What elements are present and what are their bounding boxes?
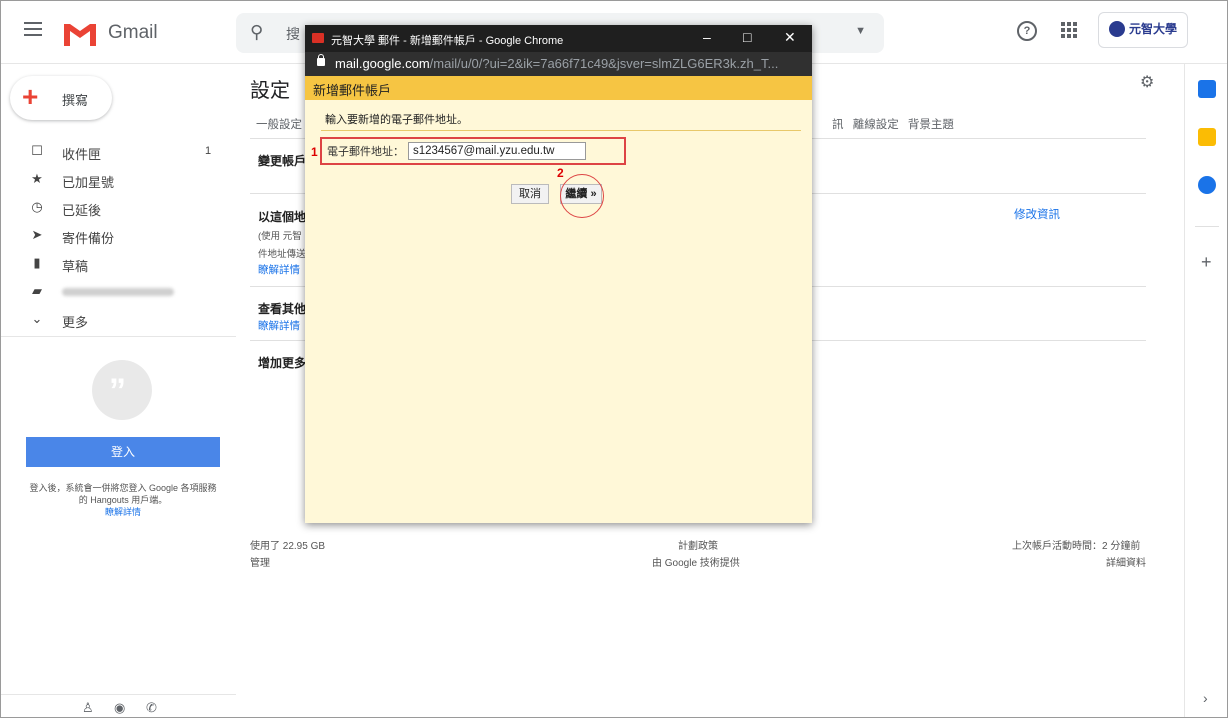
annotation-circle-step2 (560, 174, 604, 218)
compose-label: 撰寫 (62, 93, 89, 108)
star-icon: ★ (31, 171, 43, 186)
clock-icon: ◷ (31, 199, 43, 214)
popup-titlebar: 元智大學 郵件 - 新增郵件帳戶 - Google Chrome – □ ✕ (305, 25, 812, 52)
popup-address-bar[interactable]: mail.google.com/mail/u/0/?ui=2&ik=7a66f7… (305, 52, 812, 76)
sidebar-item-label: 已加星號 (62, 175, 115, 190)
powered-by-google: 由 Google 技術提供 (652, 558, 740, 569)
change-account-label: 變更帳戶 (258, 154, 307, 168)
hangouts-signin-button[interactable]: 登入 (26, 437, 220, 467)
minimize-icon[interactable]: – (703, 29, 711, 45)
email-field[interactable] (408, 142, 586, 160)
draft-icon: ▮ (33, 255, 41, 270)
sidebar-item-label: 草稿 (62, 259, 89, 274)
popup-heading: 新增郵件帳戶 (313, 83, 392, 98)
help-icon[interactable]: ? (1017, 21, 1037, 41)
search-placeholder[interactable]: 搜 (286, 24, 300, 44)
tab-general[interactable]: 一般設定 (256, 116, 302, 132)
sidebar-item-sent[interactable]: ➤ 寄件備份 (0, 222, 236, 250)
sidebar-item-label-blurred[interactable]: ▰ (0, 278, 236, 306)
hangouts-info-text: 登入後，系統會一併將您登入 Google 各項服務的 Hangouts 用戶端。 (29, 483, 217, 505)
annotation-step-1: 1 (311, 145, 318, 159)
settings-tabs-right[interactable]: 訊 離線設定 背景主題 (832, 116, 954, 132)
unread-count: 1 (205, 145, 212, 157)
hangouts-info: 登入後，系統會一併將您登入 Google 各項服務的 Hangouts 用戶端。… (26, 482, 220, 518)
popup-url: mail.google.com/mail/u/0/?ui=2&ik=7a66f7… (335, 56, 778, 71)
hangouts-toolbar: ♙ ◉ ✆ (0, 694, 236, 719)
send-as-note-1: (使用 元智 (258, 231, 302, 242)
account-name: 元智大學 (1129, 22, 1178, 36)
last-activity: 上次帳戶活動時間：2 分鐘前 (1012, 541, 1141, 552)
sidebar-item-drafts[interactable]: ▮ 草稿 (0, 250, 236, 278)
inbox-icon: ☐ (31, 143, 43, 158)
settings-gear-icon[interactable]: ⚙ (1140, 72, 1154, 92)
sidebar-item-label: 寄件備份 (62, 231, 115, 246)
sidebar-item-label: 收件匣 (62, 147, 102, 162)
sidebar-item-label: 更多 (62, 315, 89, 330)
cancel-button[interactable]: 取消 (511, 184, 549, 204)
keep-icon[interactable] (1198, 128, 1216, 146)
email-field-label: 電子郵件地址： (327, 146, 404, 158)
phone-icon[interactable]: ✆ (146, 700, 157, 716)
learn-more-link[interactable]: 瞭解詳情 (258, 262, 300, 277)
popup-divider (321, 130, 801, 131)
label-icon: ▰ (32, 283, 42, 298)
add-mail-account-popup: 元智大學 郵件 - 新增郵件帳戶 - Google Chrome – □ ✕ m… (305, 25, 812, 523)
sidebar-nav: ☐ 收件匣 1 ★ 已加星號 ◷ 已延後 ➤ 寄件備份 ▮ 草稿 ▰ ⌄ 更多 (0, 138, 236, 334)
contacts-icon[interactable]: ♙ (82, 700, 94, 716)
popup-header: 新增郵件帳戶 (305, 76, 812, 100)
search-icon[interactable]: ⚲ (250, 22, 263, 43)
gmail-logo-icon[interactable] (62, 20, 98, 46)
blurred-label-text (62, 288, 174, 296)
compose-plus-icon: + (22, 81, 39, 112)
url-path: /mail/u/0/?ui=2&ik=7a66f71c49&jsver=slmZ… (429, 56, 779, 71)
manage-storage-link[interactable]: 管理 (250, 554, 270, 569)
tasks-icon[interactable] (1198, 176, 1216, 194)
details-link[interactable]: 詳細資料 (1106, 554, 1146, 569)
add-addon-icon[interactable]: + (1201, 252, 1212, 273)
compose-button[interactable]: + 撰寫 (10, 76, 112, 120)
lock-icon (317, 54, 325, 66)
sidebar-item-label: 已延後 (62, 203, 102, 218)
close-icon[interactable]: ✕ (784, 29, 796, 46)
annotation-step-2: 2 (557, 166, 564, 180)
send-icon: ➤ (31, 227, 43, 242)
send-as-label: 以這個地 (258, 210, 307, 224)
url-host: mail.google.com (335, 56, 430, 71)
chevron-down-icon: ⌄ (31, 311, 43, 326)
sidebar-item-inbox[interactable]: ☐ 收件匣 1 (0, 138, 236, 166)
chevron-right-icon[interactable]: › (1203, 690, 1208, 706)
check-mail-label: 查看其他 (258, 302, 307, 316)
popup-instruction: 輸入要新增的電子郵件地址。 (325, 114, 468, 126)
account-button[interactable]: 元智大學 (1098, 12, 1188, 48)
hangouts-icon: ” (92, 360, 152, 420)
send-as-note-2: 件地址傳送 (258, 249, 306, 260)
edit-info-link[interactable]: 修改資訊 (1014, 206, 1060, 222)
page-title: 設定 (250, 80, 290, 102)
maximize-icon[interactable]: □ (743, 29, 751, 45)
storage-used: 使用了 22.95 GB (250, 541, 326, 552)
add-storage-label: 增加更多 (258, 356, 307, 370)
program-policies-link[interactable]: 計劃政策 (678, 537, 718, 552)
sidebar-item-starred[interactable]: ★ 已加星號 (0, 166, 236, 194)
sidebar-item-more[interactable]: ⌄ 更多 (0, 306, 236, 334)
school-seal-icon (1109, 21, 1125, 37)
hangouts-learn-more-link[interactable]: 瞭解詳情 (26, 506, 220, 518)
calendar-icon[interactable] (1198, 80, 1216, 98)
search-options-icon[interactable]: ▼ (855, 25, 866, 37)
sidebar-item-snoozed[interactable]: ◷ 已延後 (0, 194, 236, 222)
gmail-brand-label: Gmail (108, 22, 158, 43)
side-panel: + › (1184, 64, 1228, 718)
main-menu-icon[interactable] (24, 22, 42, 36)
gmail-favicon-icon (312, 33, 324, 43)
popup-window-title: 元智大學 郵件 - 新增郵件帳戶 - Google Chrome (331, 35, 564, 47)
hangouts-chat-icon[interactable]: ◉ (114, 700, 125, 716)
learn-more-link[interactable]: 瞭解詳情 (258, 318, 300, 333)
sidebar-divider (0, 336, 236, 337)
side-panel-divider (1195, 226, 1219, 227)
apps-grid-icon[interactable] (1061, 22, 1077, 38)
